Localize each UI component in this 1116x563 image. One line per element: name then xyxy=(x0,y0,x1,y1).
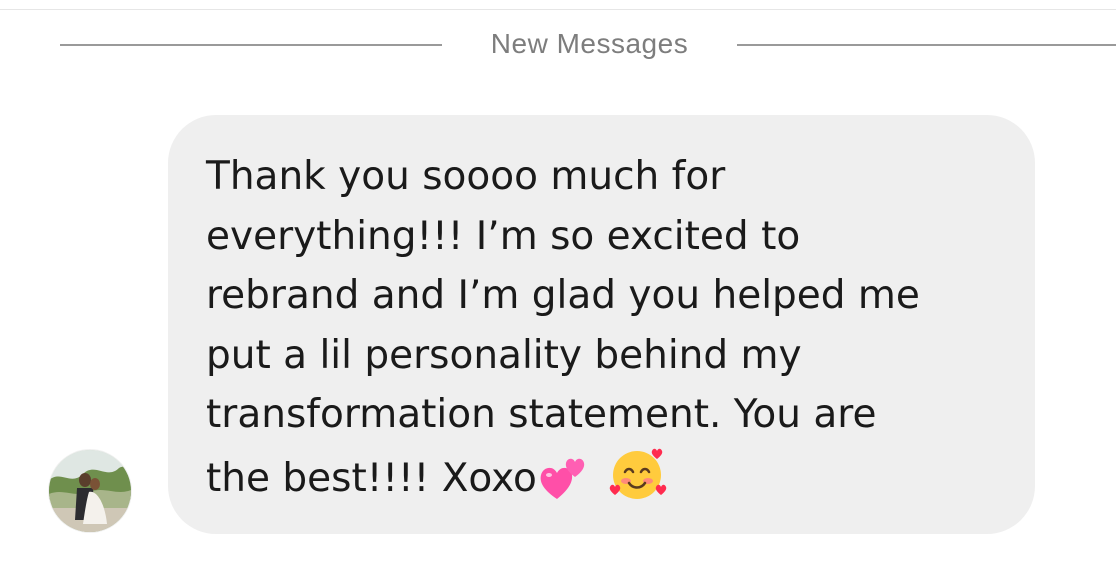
message-line: the best!!!! Xoxo xyxy=(206,455,537,501)
smiling-face-with-hearts-icon xyxy=(607,445,669,501)
message-line: everything!!! I’m so excited to xyxy=(206,213,801,259)
sender-avatar[interactable] xyxy=(49,450,131,532)
message-text: Thank you soooo much for everything!!! I… xyxy=(206,147,1005,508)
avatar-photo xyxy=(49,450,131,532)
two-hearts-icon xyxy=(539,455,591,501)
message-line: Thank you soooo much for xyxy=(206,154,726,199)
message-line: put a lil personality behind my xyxy=(206,332,802,378)
message-bubble[interactable]: Thank you soooo much for everything!!! I… xyxy=(168,115,1035,534)
new-messages-label: New Messages xyxy=(490,28,689,59)
new-messages-divider-left xyxy=(60,44,442,46)
new-messages-divider-right xyxy=(737,44,1116,46)
message-line: rebrand and I’m glad you helped me xyxy=(206,273,920,318)
top-separator xyxy=(0,9,1116,10)
message-line: transformation statement. You are xyxy=(206,392,877,437)
